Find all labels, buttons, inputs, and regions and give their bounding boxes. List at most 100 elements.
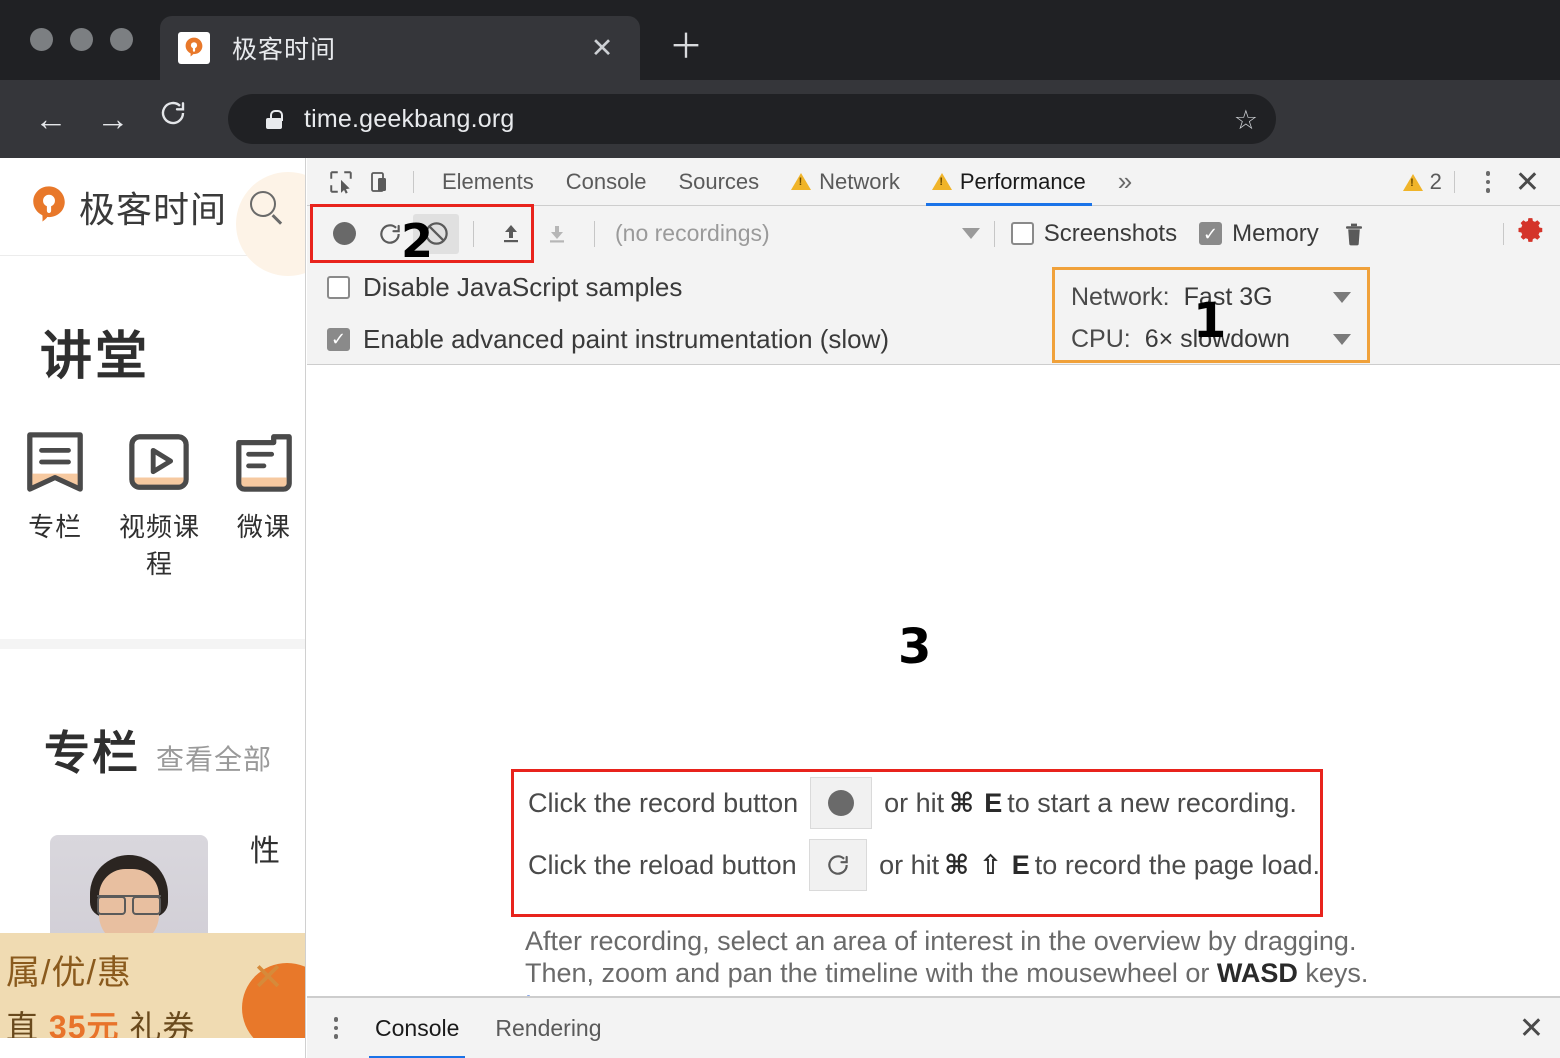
drawer-close-icon[interactable]: ✕ xyxy=(1519,1011,1544,1046)
chevron-down-icon[interactable] xyxy=(1333,334,1351,345)
reload-hint-pre: Click the reload button xyxy=(528,850,797,881)
toolbar-divider xyxy=(994,221,995,247)
annotation-number-1: 1 xyxy=(1193,297,1226,345)
cmd-key-label: ⌘ xyxy=(949,788,974,819)
devtools-tabbar-right: 2 ✕ xyxy=(1403,158,1560,206)
forward-icon[interactable]: → xyxy=(92,98,134,140)
address-bar[interactable]: time.geekbang.org ☆ xyxy=(228,94,1276,144)
after-recording-line-1: After recording, select an area of inter… xyxy=(525,925,1368,957)
close-icon[interactable]: ✕ xyxy=(1509,165,1546,200)
drawer-tab-rendering[interactable]: Rendering xyxy=(477,997,619,1058)
checkbox-label: Memory xyxy=(1232,220,1319,248)
window-traffic-lights[interactable] xyxy=(30,28,133,51)
category-item-video[interactable]: 视频课程 xyxy=(118,431,200,581)
save-profile-icon[interactable] xyxy=(534,214,580,254)
column-section-title: 专栏 xyxy=(44,717,140,783)
banner-amount: 35元 xyxy=(49,1009,120,1038)
record-hint-mid: or hit xyxy=(884,788,944,819)
checkbox-box xyxy=(1199,222,1222,245)
tab-label: Console xyxy=(566,169,647,195)
promo-banner[interactable]: 属/优/惠 直 35元 礼券 ✕ xyxy=(0,933,306,1038)
device-toolbar-icon[interactable] xyxy=(361,163,401,201)
drawer-menu-icon[interactable] xyxy=(325,1012,347,1044)
lock-icon xyxy=(266,110,282,129)
promo-circle-decoration xyxy=(236,172,306,276)
performance-settings-row: Disable JavaScript samples Enable advanc… xyxy=(307,261,1560,365)
record-circle-icon[interactable] xyxy=(810,777,872,829)
back-icon[interactable]: ← xyxy=(30,98,72,140)
performance-landing-area: Click the record button or hit ⌘ E to st… xyxy=(307,365,1560,947)
tab-label: Sources xyxy=(678,169,759,195)
tab-label: Performance xyxy=(960,169,1086,195)
drawer-tab-label: Console xyxy=(375,1015,459,1042)
tab-console[interactable]: Console xyxy=(550,158,663,206)
checkbox-label: Enable advanced paint instrumentation (s… xyxy=(363,324,889,355)
address-bar-url: time.geekbang.org xyxy=(304,105,514,134)
network-throttle-key: Network: xyxy=(1071,283,1170,312)
record-hint-post: to start a new recording. xyxy=(1007,788,1297,819)
checkbox-label: Disable JavaScript samples xyxy=(363,272,682,303)
tab-close-icon[interactable]: ✕ xyxy=(586,32,618,64)
chevron-double-right-icon: » xyxy=(1118,166,1132,197)
reload-hint-line: Click the reload button or hit ⌘ ⇧ E to … xyxy=(514,834,1320,896)
browser-toolbar: ← → time.geekbang.org ☆ 无痕模式 xyxy=(0,80,1560,158)
record-hint-line: Click the record button or hit ⌘ E to st… xyxy=(514,772,1320,834)
new-tab-button[interactable]: ＋ xyxy=(666,28,706,68)
category-item-column[interactable]: 专栏 xyxy=(14,431,96,581)
wasd-key-label: WASD xyxy=(1217,958,1298,988)
cpu-throttle-key: CPU: xyxy=(1071,325,1131,354)
tab-network[interactable]: Network xyxy=(775,158,916,206)
screenshots-checkbox[interactable]: Screenshots xyxy=(1011,220,1177,248)
view-all-link[interactable]: 查看全部 xyxy=(156,738,272,778)
category-label: 微课 xyxy=(223,507,305,544)
warning-icon xyxy=(1403,174,1423,191)
checkbox-box xyxy=(327,276,350,299)
reload-record-icon[interactable] xyxy=(809,839,867,891)
window-minimize-button[interactable] xyxy=(70,28,93,51)
inspect-cursor-icon[interactable] xyxy=(321,163,361,201)
toolbar-divider xyxy=(1503,223,1504,245)
drawer-tab-console[interactable]: Console xyxy=(357,997,477,1058)
tab-performance[interactable]: Performance xyxy=(916,158,1102,206)
course-title: 性 xyxy=(250,835,281,868)
category-label: 专栏 xyxy=(14,507,96,544)
site-header: 极客时间 xyxy=(0,158,305,256)
search-icon[interactable] xyxy=(250,191,276,217)
category-label: 视频课程 xyxy=(118,507,200,581)
e-key-label: E xyxy=(1012,850,1030,881)
reload-icon[interactable] xyxy=(152,98,194,140)
browser-tab-strip: 极客时间 ✕ ＋ xyxy=(0,0,1560,80)
recordings-dropdown-label[interactable]: (no recordings) xyxy=(615,220,770,247)
memory-checkbox[interactable]: Memory xyxy=(1199,220,1319,248)
trash-icon[interactable] xyxy=(1331,214,1377,254)
banner-close-icon[interactable]: ✕ xyxy=(252,955,284,1000)
checkbox-box xyxy=(1011,222,1034,245)
devtools-panel: Elements Console Sources Network Perform… xyxy=(307,158,1560,1058)
window-close-button[interactable] xyxy=(30,28,53,51)
reload-hint-mid: or hit xyxy=(879,850,939,881)
after-recording-line-2: Then, zoom and pan the timeline with the… xyxy=(525,957,1368,989)
tab-sources[interactable]: Sources xyxy=(662,158,775,206)
article-icon xyxy=(231,431,297,493)
advanced-paint-checkbox[interactable]: Enable advanced paint instrumentation (s… xyxy=(307,313,1560,365)
toolbar-divider xyxy=(594,221,595,247)
geekbang-brand-logo-icon xyxy=(28,184,70,230)
more-tabs-button[interactable]: » xyxy=(1102,158,1148,206)
record-hint-pre: Click the record button xyxy=(528,788,798,819)
chevron-down-icon[interactable] xyxy=(962,228,980,239)
e-key-label: E xyxy=(984,788,1002,819)
tab-label: Network xyxy=(819,169,900,195)
category-item-micro[interactable]: 微课 xyxy=(223,431,305,581)
page-title: 讲堂 xyxy=(40,314,305,389)
window-maximize-button[interactable] xyxy=(110,28,133,51)
toolbar-divider xyxy=(413,171,414,193)
gear-icon[interactable] xyxy=(1516,215,1546,253)
devtools-menu-icon[interactable] xyxy=(1477,166,1499,198)
tab-elements[interactable]: Elements xyxy=(426,158,550,206)
chevron-down-icon[interactable] xyxy=(1333,292,1351,303)
drawer-tab-label: Rendering xyxy=(495,1015,601,1042)
devtools-drawer: Console Rendering ✕ xyxy=(307,996,1560,1058)
browser-tab[interactable]: 极客时间 ✕ xyxy=(160,16,640,80)
bookmark-star-icon[interactable]: ☆ xyxy=(1234,105,1258,136)
disable-js-samples-checkbox[interactable]: Disable JavaScript samples xyxy=(307,261,1560,313)
